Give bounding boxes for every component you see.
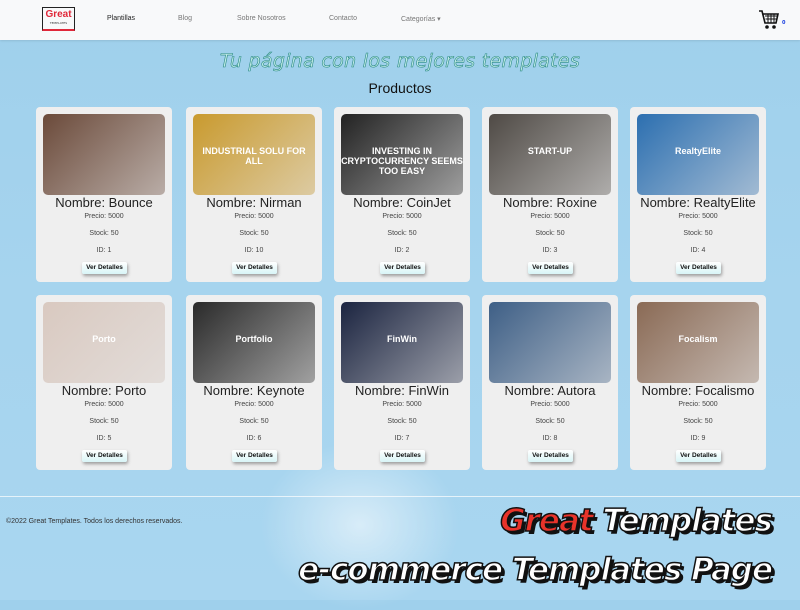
product-name: Nombre: Roxine bbox=[503, 195, 597, 210]
product-id: ID: 8 bbox=[542, 435, 558, 442]
product-stock: Stock: 50 bbox=[535, 230, 565, 237]
product-id: ID: 6 bbox=[246, 435, 262, 442]
product-name: Nombre: Focalismo bbox=[641, 383, 755, 398]
nav-blog[interactable]: Blog bbox=[178, 15, 192, 22]
product-name: Nombre: RealtyElite bbox=[640, 195, 756, 210]
product-price: Precio: 5000 bbox=[382, 401, 422, 408]
product-price: Precio: 5000 bbox=[84, 213, 124, 220]
product-card: START-UP Nombre: Roxine Precio: 5000 Sto… bbox=[482, 107, 618, 282]
footer-divider bbox=[0, 496, 800, 497]
product-name: Nombre: Autora bbox=[504, 383, 596, 398]
product-id: ID: 2 bbox=[394, 247, 410, 254]
product-price: Precio: 5000 bbox=[234, 401, 274, 408]
ver-detalles-button[interactable]: Ver Detalles bbox=[676, 262, 721, 274]
product-stock: Stock: 50 bbox=[387, 418, 417, 425]
overlay-subtitle: e-commerce Templates Page bbox=[297, 551, 773, 589]
logo-subtext: TEMPLATES bbox=[49, 21, 68, 25]
product-stock: Stock: 50 bbox=[683, 230, 713, 237]
overlay-word-templates: Templates bbox=[602, 502, 774, 540]
ver-detalles-button[interactable]: Ver Detalles bbox=[82, 262, 127, 274]
product-thumbnail[interactable] bbox=[43, 114, 165, 195]
navbar: Great TEMPLATES Plantillas Blog Sobre No… bbox=[0, 0, 800, 40]
product-thumbnail[interactable]: Focalism bbox=[637, 302, 759, 383]
product-thumbnail[interactable]: INVESTING IN CRYPTOCURRENCY SEEMS TOO EA… bbox=[341, 114, 463, 195]
product-thumbnail[interactable]: Porto bbox=[43, 302, 165, 383]
cart-count-badge: 0 bbox=[782, 20, 786, 26]
ver-detalles-button[interactable]: Ver Detalles bbox=[528, 262, 573, 274]
product-thumbnail[interactable] bbox=[489, 302, 611, 383]
thumbnail-text: Portfolio bbox=[235, 334, 273, 344]
nav-sobre-nosotros[interactable]: Sobre Nosotros bbox=[237, 15, 286, 22]
thumbnail-text: Focalism bbox=[678, 334, 718, 344]
product-card: Portfolio Nombre: Keynote Precio: 5000 S… bbox=[186, 295, 322, 470]
product-price: Precio: 5000 bbox=[382, 213, 422, 220]
product-stock: Stock: 50 bbox=[89, 418, 119, 425]
logo-text: Great bbox=[45, 9, 72, 20]
product-card: Porto Nombre: Porto Precio: 5000 Stock: … bbox=[36, 295, 172, 470]
product-price: Precio: 5000 bbox=[84, 401, 124, 408]
product-stock: Stock: 50 bbox=[535, 418, 565, 425]
product-stock: Stock: 50 bbox=[239, 230, 269, 237]
product-card: INVESTING IN CRYPTOCURRENCY SEEMS TOO EA… bbox=[334, 107, 470, 282]
product-id: ID: 3 bbox=[542, 247, 558, 254]
product-id: ID: 9 bbox=[690, 435, 706, 442]
product-thumbnail[interactable]: Portfolio bbox=[193, 302, 315, 383]
product-stock: Stock: 50 bbox=[387, 230, 417, 237]
nav-categorias-dropdown[interactable]: Categorías ▾ bbox=[401, 15, 441, 23]
product-price: Precio: 5000 bbox=[234, 213, 274, 220]
thumbnail-text: INVESTING IN CRYPTOCURRENCY SEEMS TOO EA… bbox=[341, 146, 463, 176]
product-thumbnail[interactable]: INDUSTRIAL SOLU FOR ALL bbox=[193, 114, 315, 195]
overlay-word-great: Great bbox=[499, 502, 594, 540]
thumbnail-text: Porto bbox=[92, 334, 116, 344]
thumbnail-text: START-UP bbox=[527, 146, 573, 156]
product-stock: Stock: 50 bbox=[683, 418, 713, 425]
product-price: Precio: 5000 bbox=[678, 213, 718, 220]
product-price: Precio: 5000 bbox=[530, 401, 570, 408]
product-name: Nombre: Porto bbox=[61, 383, 147, 398]
ver-detalles-button[interactable]: Ver Detalles bbox=[82, 450, 127, 462]
product-id: ID: 4 bbox=[690, 247, 706, 254]
product-id: ID: 1 bbox=[96, 247, 112, 254]
product-name: Nombre: CoinJet bbox=[353, 195, 451, 210]
nav-contacto[interactable]: Contacto bbox=[329, 15, 357, 22]
product-card: RealtyElite Nombre: RealtyElite Precio: … bbox=[630, 107, 766, 282]
overlay-title: Great Templates bbox=[499, 502, 774, 540]
section-title: Productos bbox=[368, 80, 432, 96]
nav-plantillas[interactable]: Plantillas bbox=[107, 15, 135, 22]
product-name: Nombre: Keynote bbox=[203, 383, 305, 398]
footer-copyright: ©2022 Great Templates. Todos los derecho… bbox=[6, 518, 183, 525]
product-price: Precio: 5000 bbox=[530, 213, 570, 220]
product-card: Focalism Nombre: Focalismo Precio: 5000 … bbox=[630, 295, 766, 470]
thumbnail-text: RealtyElite bbox=[674, 146, 722, 156]
product-card: Nombre: Autora Precio: 5000 Stock: 50 ID… bbox=[482, 295, 618, 470]
product-id: ID: 7 bbox=[394, 435, 410, 442]
product-thumbnail[interactable]: RealtyElite bbox=[637, 114, 759, 195]
product-id: ID: 10 bbox=[244, 247, 264, 254]
product-name: Nombre: FinWin bbox=[355, 383, 449, 398]
ver-detalles-button[interactable]: Ver Detalles bbox=[380, 262, 425, 274]
cart-icon[interactable] bbox=[758, 9, 780, 31]
product-card: INDUSTRIAL SOLU FOR ALL Nombre: Nirman P… bbox=[186, 107, 322, 282]
product-stock: Stock: 50 bbox=[89, 230, 119, 237]
headline: Tu página con los mejores templates bbox=[219, 50, 581, 73]
ver-detalles-button[interactable]: Ver Detalles bbox=[232, 450, 277, 462]
product-name: Nombre: Bounce bbox=[55, 195, 153, 210]
ver-detalles-button[interactable]: Ver Detalles bbox=[528, 450, 573, 462]
ver-detalles-button[interactable]: Ver Detalles bbox=[676, 450, 721, 462]
product-stock: Stock: 50 bbox=[239, 418, 269, 425]
logo[interactable]: Great TEMPLATES bbox=[42, 7, 75, 31]
product-card: Nombre: Bounce Precio: 5000 Stock: 50 ID… bbox=[36, 107, 172, 282]
product-card: FinWin Nombre: FinWin Precio: 5000 Stock… bbox=[334, 295, 470, 470]
product-thumbnail[interactable]: START-UP bbox=[489, 114, 611, 195]
ver-detalles-button[interactable]: Ver Detalles bbox=[380, 450, 425, 462]
thumbnail-text: INDUSTRIAL SOLU FOR ALL bbox=[202, 146, 306, 166]
product-price: Precio: 5000 bbox=[678, 401, 718, 408]
ver-detalles-button[interactable]: Ver Detalles bbox=[232, 262, 277, 274]
product-id: ID: 5 bbox=[96, 435, 112, 442]
product-name: Nombre: Nirman bbox=[206, 195, 302, 210]
thumbnail-text: FinWin bbox=[387, 334, 417, 344]
product-thumbnail[interactable]: FinWin bbox=[341, 302, 463, 383]
